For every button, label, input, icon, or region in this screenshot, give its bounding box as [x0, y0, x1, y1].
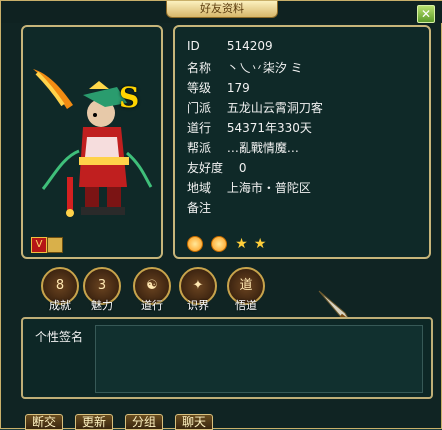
id-label: ID	[187, 39, 200, 53]
id-value: 514209	[226, 39, 273, 53]
name-label: 名称	[187, 61, 212, 75]
rating-display: ★ ★	[187, 233, 267, 252]
portrait-letter-badge: S	[119, 81, 140, 114]
level-value: 179	[226, 81, 250, 95]
level-row: 等级 179	[187, 79, 250, 99]
star-rating-icon: ★	[253, 235, 267, 252]
vip-badge-icon: V	[31, 237, 47, 253]
character-portrait	[33, 69, 153, 217]
daoxing-row: 道行 54371年330天	[187, 119, 312, 139]
character-portrait-panel: S V	[21, 25, 163, 259]
name-row: 名称 丶乀丷柒汐 ミ	[187, 59, 303, 79]
daoxing-action-label: 道行	[141, 299, 163, 312]
signature-label: 个性签名	[35, 330, 84, 344]
guild-value: …亂戰情魔…	[226, 141, 299, 155]
friendship-label: 友好度	[187, 161, 224, 175]
guild-label: 帮派	[187, 141, 212, 155]
group-button[interactable]: 分组	[125, 414, 163, 430]
daoxing-value: 54371年330天	[226, 121, 312, 135]
notes-row: 备注	[187, 199, 227, 219]
member-badge-icon	[47, 237, 63, 253]
emblem-icon: ✦	[192, 278, 204, 293]
close-button[interactable]: ✕	[417, 5, 435, 23]
title-bar[interactable]: 好友资料	[1, 1, 442, 23]
achievement-label: 成就	[49, 299, 71, 312]
book-icon: 道	[239, 278, 253, 293]
achievement-icon: 8	[55, 278, 65, 293]
star-rating-icon: ★	[235, 235, 248, 252]
emblem-label: 识界	[187, 299, 209, 312]
update-button[interactable]: 更新	[75, 414, 113, 430]
friend-profile-window: 好友资料 ✕ S V ID 514209 名称 丶乀丷柒汐 ミ 等级 179 门…	[0, 0, 442, 430]
sect-label: 门派	[187, 101, 212, 115]
signature-panel: 个性签名	[21, 317, 433, 399]
charm-icon: 3	[97, 278, 107, 293]
charm-label: 魅力	[91, 299, 113, 312]
notes-label: 备注	[187, 201, 212, 215]
profile-info-panel: ID 514209 名称 丶乀丷柒汐 ミ 等级 179 门派 五龙山云霄洞刀客 …	[173, 25, 431, 259]
sect-value: 五龙山云霄洞刀客	[226, 101, 323, 115]
level-label: 等级	[187, 81, 212, 95]
chat-button[interactable]: 聊天	[175, 414, 213, 430]
daoxing-label: 道行	[187, 121, 212, 135]
sun-rating-icon	[187, 235, 203, 252]
taiji-icon: ☯	[146, 278, 158, 293]
id-row: ID 514209	[187, 39, 273, 59]
signature-textbox[interactable]	[95, 325, 423, 393]
region-value: 上海市・普陀区	[226, 181, 311, 195]
sun-rating-icon	[211, 235, 228, 252]
sect-row: 门派 五龙山云霄洞刀客	[187, 99, 323, 119]
enlightenment-label: 悟道	[235, 299, 257, 312]
close-icon: ✕	[420, 7, 432, 21]
friendship-value: 0	[238, 161, 247, 175]
guild-row: 帮派 …亂戰情魔…	[187, 139, 299, 159]
region-row: 地域 上海市・普陀区	[187, 179, 311, 199]
friendship-row: 友好度 0	[187, 159, 246, 179]
region-label: 地域	[187, 181, 212, 195]
unfriend-button[interactable]: 断交	[25, 414, 63, 430]
window-title: 好友资料	[166, 1, 278, 18]
name-value: 丶乀丷柒汐 ミ	[226, 61, 303, 75]
